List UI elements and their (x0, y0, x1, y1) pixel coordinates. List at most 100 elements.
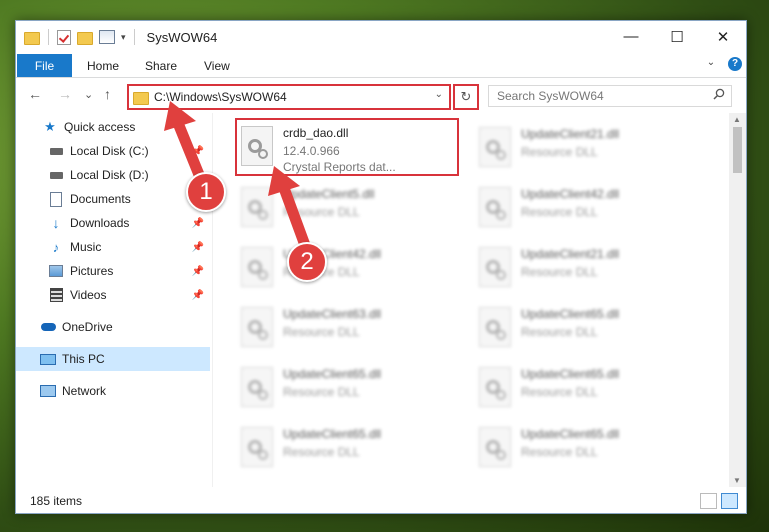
up-button[interactable]: ↑ (104, 86, 111, 102)
file-description: Resource DLL (521, 385, 598, 399)
tiles-view-icon[interactable] (721, 493, 738, 509)
help-icon[interactable]: ? (728, 57, 742, 71)
file-name: UpdateClient65.dll (521, 307, 620, 321)
expand-ribbon-icon[interactable]: ⌄ (704, 57, 718, 71)
pin-icon: 📌 (191, 265, 204, 277)
details-view-icon[interactable] (700, 493, 717, 509)
sidebar-item-label: Quick access (64, 120, 136, 134)
file-name: UpdateClient65.dll (283, 427, 382, 441)
tab-file[interactable]: File (17, 54, 72, 77)
dll-file-icon (479, 427, 511, 467)
search-input[interactable]: Search SysWOW64 (488, 85, 732, 107)
scroll-up-icon[interactable]: ▲ (733, 115, 741, 124)
file-name: UpdateClient42.dll (521, 187, 620, 201)
maximize-button[interactable]: ☐ (654, 21, 700, 52)
file-description: Resource DLL (521, 145, 598, 159)
tab-home[interactable]: Home (87, 54, 119, 77)
tab-view[interactable]: View (204, 54, 230, 77)
sidebar-item-label: Downloads (70, 216, 130, 230)
explorer-window: ▾ SysWOW64 — ☐ ✕ File Home Share View ⌄ … (15, 20, 747, 514)
sidebar-item-videos[interactable]: Videos 📌 (16, 283, 210, 307)
file-description: Resource DLL (521, 205, 598, 219)
dll-file-icon (479, 187, 511, 227)
file-name: UpdateClient65.dll (521, 367, 620, 381)
properties-check-icon[interactable] (57, 29, 71, 45)
music-icon: ♪ (52, 239, 60, 255)
sidebar-item-pictures[interactable]: Pictures 📌 (16, 259, 210, 283)
file-description: Resource DLL (521, 325, 598, 339)
back-button[interactable]: ← (28, 86, 42, 102)
sidebar-item-label: Local Disk (C:) (70, 144, 149, 158)
sidebar-item-onedrive[interactable]: OneDrive (16, 315, 210, 339)
address-dropdown-icon[interactable]: ⌄ (435, 89, 443, 100)
cloud-icon (40, 320, 56, 334)
minimize-button[interactable]: — (608, 21, 654, 52)
network-icon (40, 384, 56, 398)
download-icon: ↓ (52, 215, 60, 231)
divider (48, 29, 49, 45)
dll-file-icon (479, 247, 511, 287)
videos-icon (48, 288, 64, 302)
file-tile[interactable]: UpdateClient21.dll Resource DLL (473, 119, 693, 175)
file-description: Resource DLL (283, 325, 360, 339)
file-name: UpdateClient65.dll (283, 367, 382, 381)
file-tile[interactable]: UpdateClient63.dll Resource DLL (235, 299, 455, 355)
file-tile[interactable]: UpdateClient21.dll Resource DLL (473, 239, 693, 295)
sidebar-item-this-pc[interactable]: This PC (16, 347, 210, 371)
sidebar-item-music[interactable]: ♪ Music 📌 (16, 235, 210, 259)
sidebar-item-label: Pictures (70, 264, 114, 278)
close-button[interactable]: ✕ (700, 21, 746, 52)
folder-icon (24, 31, 40, 45)
dll-file-icon (241, 307, 273, 347)
sidebar-item-label: Local Disk (D:) (70, 168, 149, 182)
item-count: 185 items (30, 494, 83, 508)
sidebar-item-label: Documents (70, 192, 131, 206)
refresh-button[interactable]: ↻ (453, 84, 479, 110)
step-2-badge: 2 (287, 242, 327, 282)
file-description: Resource DLL (283, 445, 360, 459)
recent-locations-button[interactable]: ⌄ (84, 88, 93, 101)
drive-icon (48, 168, 64, 182)
scrollbar-thumb[interactable] (733, 127, 742, 173)
qat-dropdown-icon[interactable]: ▾ (121, 32, 126, 43)
folder-icon (133, 91, 149, 105)
sidebar-item-label: Videos (70, 288, 107, 302)
drive-icon (48, 144, 64, 158)
pictures-icon (48, 264, 64, 278)
file-tile[interactable]: UpdateClient42.dll Resource DLL (473, 179, 693, 235)
window-controls: — ☐ ✕ (608, 21, 746, 52)
sidebar-item-label: OneDrive (62, 320, 113, 334)
customize-icon[interactable] (99, 30, 115, 44)
scroll-down-icon[interactable]: ▼ (733, 476, 741, 485)
sidebar-item-downloads[interactable]: ↓ Downloads 📌 (16, 211, 210, 235)
vertical-scrollbar[interactable]: ▲ ▼ (729, 113, 746, 487)
pin-icon: 📌 (191, 241, 204, 253)
dll-file-icon (241, 367, 273, 407)
file-tile[interactable]: UpdateClient65.dll Resource DLL (473, 359, 693, 415)
star-icon: ★ (44, 119, 56, 134)
sidebar-item-network[interactable]: Network (16, 379, 210, 403)
title-bar: ▾ SysWOW64 — ☐ ✕ (16, 21, 746, 54)
pin-icon: 📌 (191, 217, 204, 229)
dll-file-icon (479, 127, 511, 167)
navigation-bar: ← → ⌄ ↑ C:\Windows\SysWOW64 ⌄ ↻ Search S… (16, 78, 746, 112)
file-tile[interactable]: UpdateClient65.dll Resource DLL (235, 359, 455, 415)
ribbon-right-controls: ⌄ ? (704, 57, 742, 71)
file-tile[interactable]: UpdateClient65.dll Resource DLL (235, 419, 455, 475)
tab-share[interactable]: Share (145, 54, 177, 77)
new-folder-icon[interactable] (77, 31, 93, 45)
step-1-badge: 1 (186, 172, 226, 212)
file-description: Resource DLL (521, 445, 598, 459)
forward-button[interactable]: → (58, 86, 72, 102)
file-name: UpdateClient65.dll (521, 427, 620, 441)
window-title: SysWOW64 (146, 29, 218, 45)
file-tile[interactable]: UpdateClient65.dll Resource DLL (473, 299, 693, 355)
dll-file-icon (479, 367, 511, 407)
sidebar-item-label: Music (70, 240, 102, 254)
file-description: Resource DLL (283, 385, 360, 399)
file-name: UpdateClient21.dll (521, 247, 620, 261)
file-tile[interactable]: UpdateClient65.dll Resource DLL (473, 419, 693, 475)
status-bar: 185 items (16, 489, 746, 513)
sidebar-item-label: This PC (62, 352, 105, 366)
dll-file-icon (479, 307, 511, 347)
